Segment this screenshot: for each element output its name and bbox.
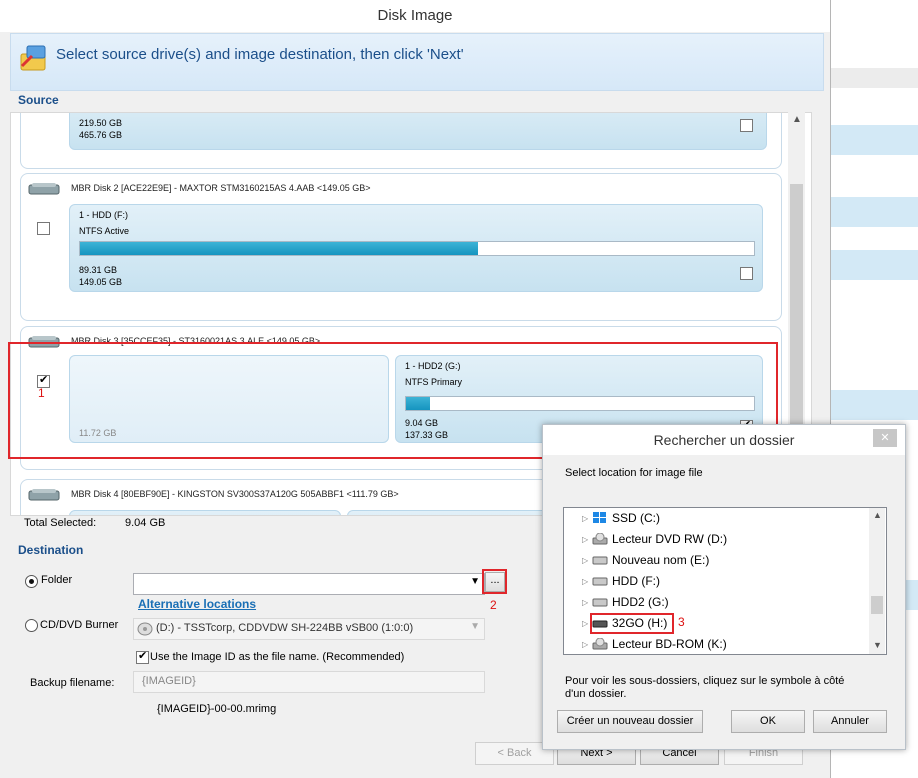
expand-icon[interactable]: ▷ [582, 634, 588, 654]
browse-folder-dialog: Rechercher un dossier ✕ Select location … [542, 424, 906, 750]
tree-scrollbar[interactable]: ▲ ▼ [869, 508, 885, 654]
partition-name: 1 - HDD (F:) [79, 210, 128, 220]
tree-item-label: Nouveau nom (E:) [612, 553, 710, 567]
tree-item-label: Lecteur DVD RW (D:) [612, 532, 728, 546]
header-banner: Select source drive(s) and image destina… [10, 33, 824, 91]
annotation-number-3: 3 [678, 615, 685, 629]
disk-1-partition-checkbox[interactable] [740, 119, 753, 132]
expand-icon[interactable]: ▷ [582, 613, 588, 634]
expand-icon[interactable]: ▷ [582, 508, 588, 529]
cd-drive-icon [137, 622, 153, 636]
background-stripe [830, 68, 918, 88]
tree-item-label: SSD (C:) [612, 511, 660, 525]
scroll-thumb[interactable] [790, 184, 803, 424]
header-title: Select source drive(s) and image destina… [56, 46, 464, 63]
backup-filename-label: Backup filename: [30, 677, 115, 689]
scroll-up-icon[interactable]: ▲ [792, 114, 802, 125]
background-stripe [830, 197, 918, 227]
dialog-cancel-button[interactable]: Annuler [813, 710, 887, 733]
expand-icon[interactable]: ▷ [582, 550, 588, 571]
folder-radio[interactable] [25, 575, 38, 588]
tree-item-label: HDD (F:) [612, 574, 660, 588]
close-icon[interactable]: ✕ [873, 429, 897, 447]
cd-dvd-combo[interactable]: (D:) - TSSTcorp, CDDVDW SH-224BB vSB00 (… [133, 618, 485, 640]
windows-drive-icon [593, 512, 606, 523]
tree-item-label: HDD2 (G:) [612, 595, 669, 609]
folder-radio-label: Folder [41, 574, 73, 586]
bd-drive-icon [592, 638, 608, 650]
disk-2-checkbox[interactable] [37, 222, 50, 235]
expand-icon[interactable]: ▷ [582, 529, 588, 550]
dialog-instruction: Select location for image file [565, 467, 703, 479]
scroll-up-icon[interactable]: ▲ [873, 510, 882, 520]
backup-filename-input[interactable]: {IMAGEID} [133, 671, 485, 693]
partition-size-used: 89.31 GB [79, 265, 118, 275]
total-selected-label: Total Selected: [24, 517, 97, 529]
destination-label: Destination [18, 543, 84, 557]
annotation-number-2: 2 [490, 598, 497, 612]
scroll-thumb[interactable] [871, 596, 883, 614]
ok-button[interactable]: OK [731, 710, 805, 733]
disk-1-size-used: 219.50 GB [79, 118, 123, 128]
background-stripe [830, 250, 918, 280]
disk-1-size-total: 465.76 GB [79, 130, 123, 140]
disk-2-title: MBR Disk 2 [ACE22E9E] - MAXTOR STM316021… [71, 183, 371, 193]
backup-filename-value: {IMAGEID} [142, 675, 196, 687]
disk-2: MBR Disk 2 [ACE22E9E] - MAXTOR STM316021… [20, 173, 782, 321]
filename-preview: {IMAGEID}-00-00.mrimg [157, 703, 277, 715]
tree-item-label: Lecteur BD-ROM (K:) [612, 637, 727, 651]
expand-icon[interactable]: ▷ [582, 571, 588, 592]
dialog-help-text: Pour voir les sous-dossiers, cliquez sur… [565, 675, 845, 700]
chevron-down-icon[interactable]: ▼ [470, 576, 480, 587]
drive-icon [592, 577, 608, 586]
dvd-drive-icon [592, 533, 608, 545]
background-stripe [830, 390, 918, 420]
annotation-box-3 [590, 613, 674, 634]
partition-size-total: 149.05 GB [79, 277, 123, 287]
disk-1-partition: 219.50 GB 465.76 GB [69, 113, 767, 150]
tree-item-bdrom-k[interactable]: ▷ Lecteur BD-ROM (K:) [564, 634, 869, 654]
hard-disk-icon [28, 183, 60, 195]
hard-disk-icon [28, 489, 60, 501]
cd-dvd-radio[interactable] [25, 619, 38, 632]
folder-path-combo[interactable]: ▼ [133, 573, 485, 595]
disk-2-partition[interactable]: 1 - HDD (F:) NTFS Active 89.31 GB 149.05… [69, 204, 763, 292]
use-image-id-label: Use the Image ID as the file name. (Reco… [150, 651, 405, 663]
use-image-id-checkbox[interactable] [136, 649, 149, 664]
disk-1: 219.50 GB 465.76 GB [20, 113, 782, 169]
partition-type: NTFS Active [79, 226, 130, 236]
disk-4-partition-1[interactable] [69, 510, 341, 515]
new-folder-button[interactable]: Créer un nouveau dossier [557, 710, 703, 733]
drive-icon [592, 556, 608, 565]
tree-item-nouveau-e[interactable]: ▷ Nouveau nom (E:) [564, 550, 869, 571]
dialog-title: Rechercher un dossier [543, 425, 905, 455]
drive-icon [592, 598, 608, 607]
total-selected-value: 9.04 GB [125, 517, 166, 529]
chevron-down-icon[interactable]: ▼ [470, 621, 480, 632]
source-label: Source [18, 93, 59, 107]
tree-item-hdd-f[interactable]: ▷ HDD (F:) [564, 571, 869, 592]
cd-dvd-radio-label: CD/DVD Burner [40, 619, 119, 631]
annotation-number-1: 1 [38, 386, 45, 400]
disk-4-title: MBR Disk 4 [80EBF90E] - KINGSTON SV300S3… [71, 489, 399, 499]
wizard-icon [20, 45, 46, 71]
tree-item-dvd-d[interactable]: ▷ Lecteur DVD RW (D:) [564, 529, 869, 550]
background-stripe [830, 125, 918, 155]
window-title: Disk Image [0, 0, 830, 32]
partition-usage-fill [80, 242, 478, 255]
cd-dvd-value: (D:) - TSSTcorp, CDDVDW SH-224BB vSB00 (… [156, 622, 414, 634]
tree-item-ssd-c[interactable]: ▷ SSD (C:) [564, 508, 869, 529]
annotation-box-2 [482, 569, 507, 594]
partition-usage-bar [79, 241, 755, 256]
tree-item-hdd2-g[interactable]: ▷ HDD2 (G:) [564, 592, 869, 613]
alternative-locations-link[interactable]: Alternative locations [138, 597, 256, 611]
scroll-down-icon[interactable]: ▼ [873, 640, 882, 650]
partition-checkbox[interactable] [740, 267, 753, 280]
expand-icon[interactable]: ▷ [582, 592, 588, 613]
